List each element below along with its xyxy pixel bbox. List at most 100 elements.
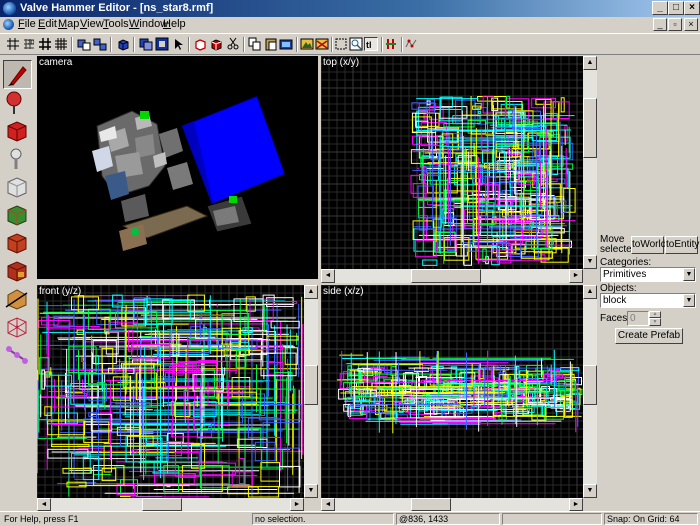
scroll-up-button[interactable]: ▲ bbox=[583, 285, 597, 299]
create-prefab-button[interactable]: Create Prefab bbox=[615, 328, 683, 344]
texture-tool-icon[interactable] bbox=[3, 201, 32, 230]
scroll-thumb[interactable] bbox=[411, 269, 481, 283]
faces-value: 0 bbox=[630, 313, 636, 324]
texture-browser-icon[interactable] bbox=[300, 37, 314, 51]
scroll-left-button[interactable]: ◄ bbox=[321, 498, 335, 511]
front-vertical-scrollbar[interactable]: ▲ ▼ bbox=[304, 285, 318, 498]
scroll-down-button[interactable]: ▼ bbox=[583, 255, 597, 269]
entity-tool-icon[interactable] bbox=[3, 145, 32, 174]
menu-edit[interactable]: Edit bbox=[38, 18, 57, 30]
decal-tool-icon[interactable] bbox=[3, 257, 32, 286]
group-icon[interactable] bbox=[77, 37, 91, 51]
menu-tools[interactable]: Tools bbox=[103, 18, 129, 30]
magnify-tool-icon[interactable] bbox=[3, 89, 32, 118]
hammer-app-icon[interactable] bbox=[3, 2, 16, 15]
chevron-down-icon[interactable]: ▼ bbox=[683, 294, 695, 307]
front-viewport-label[interactable]: front (y/z) bbox=[39, 286, 81, 297]
texture-lock-scale-icon[interactable] bbox=[209, 37, 223, 51]
copy-icon[interactable] bbox=[248, 37, 262, 51]
scroll-up-button[interactable]: ▲ bbox=[583, 56, 597, 70]
small-grid-icon[interactable] bbox=[54, 37, 68, 51]
scroll-down-button[interactable]: ▼ bbox=[583, 484, 597, 498]
faces-stepper[interactable]: ▲ ▼ bbox=[649, 311, 661, 326]
toolbar-separator bbox=[331, 37, 333, 52]
run-map-icon[interactable] bbox=[279, 37, 293, 51]
camera-3d-render bbox=[92, 95, 286, 251]
maximize-button[interactable]: □ bbox=[668, 1, 684, 15]
scroll-right-button[interactable]: ► bbox=[290, 498, 304, 511]
scroll-thumb[interactable] bbox=[411, 498, 451, 511]
scroll-thumb[interactable] bbox=[583, 365, 597, 405]
mdi-minimize-button[interactable]: _ bbox=[653, 18, 667, 31]
cut-icon[interactable] bbox=[226, 37, 240, 51]
scroll-left-button[interactable]: ◄ bbox=[321, 269, 335, 283]
camera-viewport-label[interactable]: camera bbox=[39, 57, 72, 68]
objects-dropdown[interactable]: block ▼ bbox=[600, 293, 696, 308]
close-button[interactable]: × bbox=[684, 1, 700, 15]
apply-texture-icon[interactable] bbox=[3, 229, 32, 258]
select-icon[interactable] bbox=[171, 37, 185, 51]
texture-lock-icon[interactable] bbox=[193, 37, 207, 51]
path-tool-icon[interactable] bbox=[3, 341, 32, 370]
faces-label: Faces: bbox=[600, 313, 631, 324]
objects-value: block bbox=[603, 295, 627, 306]
to-world-button[interactable]: toWorld bbox=[631, 236, 666, 254]
options-icon[interactable] bbox=[334, 37, 348, 51]
3d-grid-icon[interactable]: 3D bbox=[22, 37, 36, 51]
faces-input[interactable]: 0 bbox=[627, 311, 649, 326]
menu-file[interactable]: File bbox=[18, 18, 36, 30]
status-help-text: For Help, press F1 bbox=[4, 514, 79, 524]
clipping-tool-icon[interactable] bbox=[3, 285, 32, 314]
categories-dropdown[interactable]: Primitives ▼ bbox=[600, 267, 696, 282]
mdi-close-button[interactable]: × bbox=[684, 18, 698, 31]
hollow-icon[interactable] bbox=[155, 37, 169, 51]
scroll-up-button[interactable]: ▲ bbox=[304, 285, 318, 299]
status-bar: For Help, press F1 no selection. @836, 1… bbox=[0, 511, 700, 526]
scroll-down-button[interactable]: ▼ bbox=[304, 484, 318, 498]
top-vertical-scrollbar[interactable]: ▲ ▼ bbox=[583, 56, 597, 269]
paste-icon[interactable] bbox=[264, 37, 278, 51]
grid-icon[interactable] bbox=[6, 37, 20, 51]
menu-map[interactable]: Map bbox=[58, 18, 79, 30]
mdi-restore-button[interactable]: ▫ bbox=[668, 18, 682, 31]
magnify-toolbar-icon[interactable] bbox=[349, 37, 363, 51]
status-snap-grid: Snap: On Grid: 64 bbox=[604, 513, 698, 525]
front-viewport[interactable]: front (y/z) bbox=[37, 285, 304, 498]
texture-apply-icon[interactable] bbox=[315, 37, 329, 51]
clip-icon[interactable] bbox=[384, 37, 398, 51]
scroll-thumb[interactable] bbox=[142, 498, 182, 511]
top-viewport[interactable]: top (x/y) bbox=[321, 56, 583, 269]
minimize-button[interactable]: _ bbox=[652, 1, 668, 15]
side-vertical-scrollbar[interactable]: ▲ ▼ bbox=[583, 285, 597, 498]
selection-tool-icon[interactable] bbox=[3, 60, 32, 89]
toolbar-separator bbox=[71, 37, 73, 52]
texture-lock-toggle-icon[interactable]: tl bbox=[364, 37, 378, 51]
to-entity-button[interactable]: toEntity bbox=[665, 236, 699, 254]
top-horizontal-scrollbar[interactable]: ◄ ► bbox=[321, 269, 583, 283]
camera-tool-icon[interactable] bbox=[3, 117, 32, 146]
scroll-right-button[interactable]: ► bbox=[569, 498, 583, 511]
scroll-thumb[interactable] bbox=[583, 98, 597, 158]
menu-view[interactable]: View bbox=[80, 18, 104, 30]
large-grid-icon[interactable] bbox=[38, 37, 52, 51]
front-horizontal-scrollbar[interactable]: ◄ ► bbox=[37, 498, 304, 511]
scroll-thumb[interactable] bbox=[304, 365, 318, 405]
side-horizontal-scrollbar[interactable]: ◄ ► bbox=[321, 498, 583, 511]
path-icon[interactable] bbox=[404, 37, 418, 51]
scroll-right-button[interactable]: ► bbox=[569, 269, 583, 283]
side-viewport[interactable]: side (x/z) bbox=[321, 285, 583, 498]
document-icon[interactable] bbox=[3, 19, 14, 30]
menu-help[interactable]: Help bbox=[163, 18, 186, 30]
side-viewport-label[interactable]: side (x/z) bbox=[323, 286, 364, 297]
chevron-down-icon[interactable]: ▼ bbox=[683, 268, 695, 281]
carve-icon[interactable] bbox=[139, 37, 153, 51]
cube-icon[interactable] bbox=[116, 37, 130, 51]
categories-value: Primitives bbox=[603, 269, 647, 280]
ungroup-icon[interactable] bbox=[93, 37, 107, 51]
block-tool-icon[interactable] bbox=[3, 173, 32, 202]
vertex-tool-icon[interactable] bbox=[3, 313, 32, 342]
camera-viewport[interactable]: camera bbox=[37, 56, 318, 279]
top-viewport-label[interactable]: top (x/y) bbox=[323, 57, 359, 68]
menu-bar: File Edit Map View Tools Window Help _ ▫… bbox=[0, 17, 700, 32]
scroll-left-button[interactable]: ◄ bbox=[37, 498, 51, 511]
